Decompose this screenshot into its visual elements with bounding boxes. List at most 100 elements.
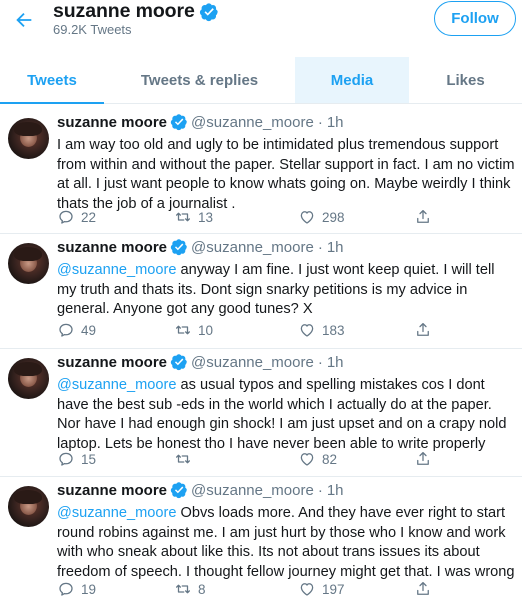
- back-button[interactable]: [6, 2, 42, 38]
- back-arrow-icon: [16, 12, 32, 28]
- share-button[interactable]: [414, 321, 432, 339]
- tweet-actions: 49 10 183: [57, 321, 497, 341]
- tweet-text: @suzanne_moore anyway I am fine. I just …: [57, 261, 517, 320]
- tweet-body: I am way too old and ugly to be intimida…: [57, 137, 515, 212]
- mention-link[interactable]: @suzanne_moore: [57, 262, 176, 278]
- like-icon: [300, 324, 314, 337]
- retweet-icon: [175, 212, 191, 222]
- profile-header: suzanne moore 69.2K Tweets Follow: [0, 0, 522, 45]
- like-button[interactable]: 82: [298, 450, 337, 468]
- follow-button[interactable]: Follow: [434, 1, 516, 36]
- tweet-author-name[interactable]: suzanne moore: [57, 239, 167, 256]
- separator-dot: ·: [317, 238, 323, 256]
- share-button[interactable]: [414, 208, 432, 226]
- avatar[interactable]: [8, 358, 49, 399]
- mention-link[interactable]: @suzanne_moore: [57, 505, 176, 521]
- tab-likes[interactable]: Likes: [409, 57, 522, 103]
- tweet-handle[interactable]: @suzanne_moore: [191, 114, 314, 131]
- share-icon: [417, 209, 429, 223]
- reply-icon: [59, 452, 73, 466]
- tweet-card[interactable]: suzanne moore @suzanne_moore · 1h I am w…: [0, 109, 522, 234]
- avatar[interactable]: [8, 118, 49, 159]
- tweet-header: suzanne moore @suzanne_moore · 1h: [57, 113, 344, 131]
- tweet-author-name[interactable]: suzanne moore: [57, 482, 167, 499]
- avatar[interactable]: [8, 243, 49, 284]
- reply-icon: [59, 582, 73, 596]
- retweet-button[interactable]: 8: [174, 580, 206, 598]
- tweet-text: @suzanne_moore as usual typos and spelli…: [57, 376, 517, 454]
- retweet-button[interactable]: 10: [174, 321, 213, 339]
- share-icon: [417, 451, 429, 465]
- reply-count: 15: [81, 451, 97, 467]
- separator-dot: ·: [317, 353, 323, 371]
- tweet-handle[interactable]: @suzanne_moore: [191, 354, 314, 371]
- verified-badge-icon: [170, 482, 187, 499]
- verified-badge-icon: [170, 354, 187, 371]
- retweet-count: 13: [198, 209, 214, 225]
- like-button[interactable]: 197: [298, 580, 345, 598]
- avatar[interactable]: [8, 486, 49, 527]
- like-count: 298: [322, 209, 345, 225]
- retweet-button[interactable]: [174, 450, 198, 468]
- reply-count: 22: [81, 209, 97, 225]
- reply-button[interactable]: 15: [57, 450, 96, 468]
- tweet-header: suzanne moore @suzanne_moore · 1h: [57, 353, 344, 371]
- reply-icon: [59, 210, 73, 224]
- share-icon: [417, 581, 429, 595]
- mention-link[interactable]: @suzanne_moore: [57, 377, 176, 393]
- tweet-handle[interactable]: @suzanne_moore: [191, 482, 314, 499]
- retweet-icon: [175, 584, 191, 594]
- retweet-icon: [175, 454, 191, 464]
- tweet-header: suzanne moore @suzanne_moore · 1h: [57, 481, 344, 499]
- retweet-icon: [175, 325, 191, 335]
- reply-button[interactable]: 22: [57, 208, 96, 226]
- tweet-timestamp[interactable]: 1h: [327, 354, 344, 371]
- profile-name-row: suzanne moore: [53, 0, 219, 23]
- reply-button[interactable]: 19: [57, 580, 96, 598]
- share-button[interactable]: [414, 450, 432, 468]
- like-count: 183: [322, 322, 345, 338]
- verified-badge-icon: [170, 114, 187, 131]
- tweet-card[interactable]: suzanne moore @suzanne_moore · 1h @suzan…: [0, 234, 522, 349]
- tab-media[interactable]: Media: [295, 57, 409, 103]
- separator-dot: ·: [317, 113, 323, 131]
- reply-count: 49: [81, 322, 97, 338]
- tweet-actions: 15 82: [57, 450, 497, 470]
- tweet-author-name[interactable]: suzanne moore: [57, 354, 167, 371]
- tweet-text: I am way too old and ugly to be intimida…: [57, 136, 517, 214]
- like-icon: [300, 453, 314, 466]
- share-button[interactable]: [414, 580, 432, 598]
- tweet-header: suzanne moore @suzanne_moore · 1h: [57, 238, 344, 256]
- reply-icon: [59, 323, 73, 337]
- tweet-card[interactable]: suzanne moore @suzanne_moore · 1h @suzan…: [0, 477, 522, 600]
- retweet-button[interactable]: 13: [174, 208, 213, 226]
- like-count: 197: [322, 581, 345, 597]
- like-count: 82: [322, 451, 338, 467]
- tweet-handle[interactable]: @suzanne_moore: [191, 239, 314, 256]
- verified-badge-icon: [170, 239, 187, 256]
- like-icon: [300, 583, 314, 596]
- tweet-text: @suzanne_moore Obvs loads more. And they…: [57, 504, 517, 582]
- tweet-actions: 19 8 197: [57, 580, 497, 600]
- tweet-author-name[interactable]: suzanne moore: [57, 114, 167, 131]
- retweet-count: 10: [198, 322, 214, 338]
- reply-button[interactable]: 49: [57, 321, 96, 339]
- tweet-card[interactable]: suzanne moore @suzanne_moore · 1h @suzan…: [0, 349, 522, 477]
- like-button[interactable]: 298: [298, 208, 345, 226]
- profile-tabs: Tweets Tweets & replies Media Likes: [0, 57, 522, 104]
- tweet-count: 69.2K Tweets: [53, 22, 132, 37]
- like-icon: [300, 211, 314, 224]
- tweet-timestamp[interactable]: 1h: [327, 114, 344, 131]
- profile-name: suzanne moore: [53, 0, 195, 22]
- reply-count: 19: [81, 581, 97, 597]
- retweet-count: 8: [198, 581, 206, 597]
- tweet-timestamp[interactable]: 1h: [327, 239, 344, 256]
- tab-tweets[interactable]: Tweets: [0, 57, 104, 104]
- share-icon: [417, 322, 429, 336]
- like-button[interactable]: 183: [298, 321, 345, 339]
- separator-dot: ·: [317, 481, 323, 499]
- verified-badge-icon: [199, 2, 218, 21]
- tweet-actions: 22 13 298: [57, 208, 497, 228]
- tab-tweets-and-replies[interactable]: Tweets & replies: [104, 57, 295, 103]
- tweet-timestamp[interactable]: 1h: [327, 482, 344, 499]
